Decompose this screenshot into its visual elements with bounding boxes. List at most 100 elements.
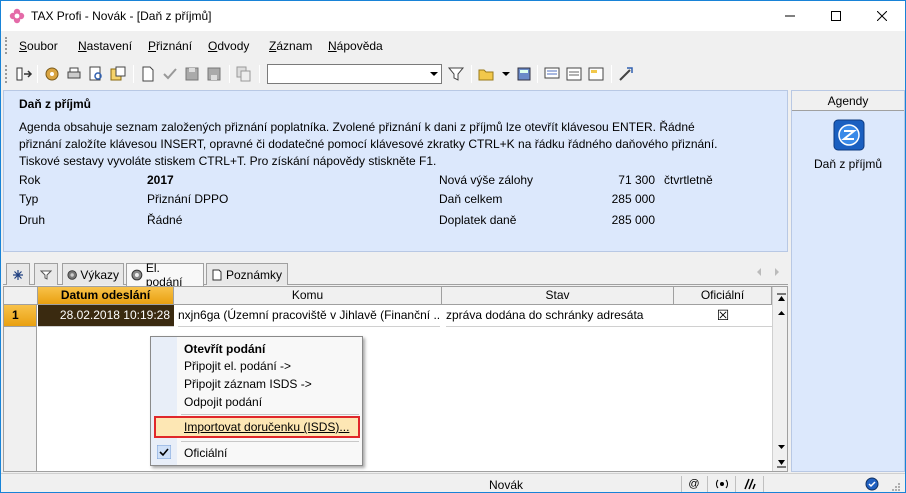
cell-stav[interactable]: zpráva dodána do schránky adresáta [446, 305, 674, 327]
menu-item-oficialni[interactable]: Oficiální [184, 444, 227, 462]
tab-filter[interactable] [34, 263, 58, 285]
print-icon[interactable] [65, 65, 83, 83]
settings-icon[interactable] [43, 65, 61, 83]
chevron-down-icon [777, 445, 785, 449]
print-preview-icon[interactable] [87, 65, 105, 83]
cell-oficialni-checkbox[interactable]: ☒ [674, 305, 772, 327]
maximize-icon [831, 11, 841, 21]
folder-icon[interactable] [477, 65, 495, 83]
form-icon[interactable] [587, 65, 605, 83]
dan-value: 285 000 [611, 192, 655, 206]
menu-item-importovat-dorucenku[interactable]: Importovat doručenku (ISDS)... [184, 418, 349, 436]
maximize-button[interactable] [813, 1, 859, 31]
status-user: Novák [489, 478, 524, 492]
row-number[interactable]: 1 [4, 305, 37, 327]
signal-icon[interactable] [715, 477, 729, 491]
chevron-down-icon[interactable] [430, 72, 438, 76]
vertical-scrollbar[interactable] [772, 287, 787, 471]
tab-bar: Výkazy El. podání Poznámky [3, 261, 788, 289]
toolbar-separator [471, 65, 472, 83]
menu-item-pripojit-zaznam-isds[interactable]: Připojit záznam ISDS -> [184, 375, 312, 393]
tab-poznamky[interactable]: Poznámky [206, 263, 288, 285]
menu-item-odpojit-podani[interactable]: Odpojit podání [184, 393, 262, 411]
help-pointer-icon[interactable] [617, 65, 635, 83]
scroll-down-icon[interactable] [773, 439, 787, 455]
title-bar[interactable]: TAX Profi - Novák - [Daň z příjmů] [1, 1, 905, 31]
scroll-up-icon[interactable] [773, 305, 787, 321]
cell-komu[interactable]: nxjn6ga (Územní pracoviště v Jihlavě (Fi… [178, 305, 440, 327]
menubar-grip[interactable] [5, 37, 8, 54]
save-icon[interactable] [183, 65, 201, 83]
dan-label: Daň celkem [439, 192, 503, 206]
check-icon[interactable] [161, 65, 179, 83]
info-title: Daň z příjmů [19, 97, 92, 111]
agendy-item-label[interactable]: Daň z příjmů [792, 157, 904, 171]
cell-datum[interactable]: 28.02.2018 10:19:28 [38, 305, 174, 327]
scroll-bottom-icon[interactable] [773, 455, 787, 471]
minimize-button[interactable] [767, 1, 813, 31]
menu-soubor[interactable]: Soubor [19, 39, 58, 53]
list-icon[interactable] [565, 65, 583, 83]
menu-priznani[interactable]: Přiznání [148, 39, 192, 53]
doplatek-value: 285 000 [611, 213, 655, 227]
agendy-header: Agendy [792, 91, 904, 111]
toolbar-combo[interactable] [267, 64, 442, 84]
menu-priznani-key: P [148, 39, 157, 53]
column-oficialni[interactable]: Oficiální [674, 287, 772, 305]
druh-label: Druh [19, 213, 46, 227]
close-icon [877, 11, 887, 21]
tab-scroll-arrows-icon[interactable] [755, 267, 783, 277]
calculator-icon[interactable] [515, 65, 533, 83]
scroll-top-icon[interactable] [773, 289, 787, 305]
folder-dropdown-icon[interactable] [497, 65, 515, 83]
save-all-icon[interactable] [205, 65, 223, 83]
toolbar [1, 59, 905, 89]
menu-separator [181, 414, 359, 415]
typ-label: Typ [19, 192, 39, 206]
tab-vykazy[interactable]: Výkazy [62, 263, 124, 285]
menu-zaznam[interactable]: Záznam [269, 39, 312, 53]
new-document-icon[interactable] [139, 65, 157, 83]
tab-new[interactable] [6, 263, 30, 285]
close-button[interactable] [859, 1, 905, 31]
column-stav[interactable]: Stav [442, 287, 674, 305]
menu-separator [181, 441, 359, 442]
asterisk-icon [13, 269, 23, 280]
copy-icon[interactable] [235, 65, 253, 83]
gear-icon [131, 269, 143, 281]
register-icon[interactable] [543, 65, 561, 83]
toolbar-separator [259, 65, 260, 83]
menu-napoveda[interactable]: Nápověda [328, 39, 383, 53]
at-sign-icon[interactable]: @ [687, 477, 701, 491]
column-datum-odeslani[interactable]: Datum odeslání [38, 287, 174, 305]
agendy-panel: Agendy Daň z příjmů [791, 90, 905, 472]
signature-icon[interactable] [743, 477, 757, 491]
toolbar-grip[interactable] [5, 65, 8, 83]
resize-grip-icon[interactable] [891, 482, 901, 492]
tab-el-podani[interactable]: El. podání [126, 261, 204, 289]
status-divider [763, 476, 764, 492]
menu-odvody[interactable]: Odvody [208, 39, 249, 53]
menu-item-otevrit-podani[interactable]: Otevřít podání [184, 340, 265, 358]
agenda-switch-icon[interactable] [15, 65, 33, 83]
menu-item-pripojit-el-podani[interactable]: Připojit el. podání -> [184, 357, 291, 375]
tab-el-podani-label: El. podání [145, 261, 183, 289]
toolbar-separator [537, 65, 538, 83]
menu-napoveda-label: ápověda [336, 39, 383, 53]
export-icon[interactable] [109, 65, 127, 83]
checkmark-icon [157, 445, 171, 459]
filter-icon [40, 270, 52, 280]
menu-nastaveni[interactable]: Nastavení [78, 39, 132, 53]
toolbar-separator [133, 65, 134, 83]
status-divider [735, 476, 736, 492]
column-komu[interactable]: Komu [174, 287, 442, 305]
menu-zaznam-label: áznam [276, 39, 313, 53]
dan-z-prijmu-icon[interactable] [833, 119, 865, 151]
filter-icon[interactable] [447, 65, 465, 83]
row-number-column [4, 305, 37, 471]
toolbar-separator [611, 65, 612, 83]
menu-odvody-key: O [208, 39, 218, 53]
note-icon [212, 269, 222, 280]
typ-value: Přiznání DPPO [147, 192, 229, 206]
status-ok-icon[interactable] [865, 477, 879, 491]
